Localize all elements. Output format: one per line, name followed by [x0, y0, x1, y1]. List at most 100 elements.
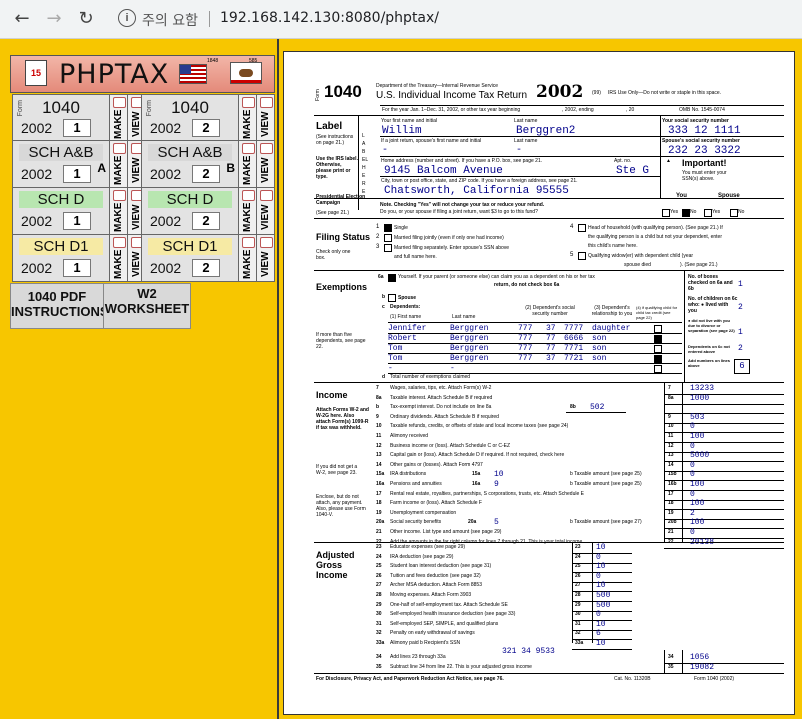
make-button[interactable]: MAKE: [109, 94, 128, 142]
income-line-value[interactable]: 0: [690, 422, 695, 431]
agi-line-value[interactable]: 0: [596, 553, 601, 562]
dependent-first-name[interactable]: -: [388, 364, 393, 373]
line-8b-value[interactable]: 502: [590, 403, 604, 412]
make-button[interactable]: MAKE: [109, 187, 128, 235]
filing-joint[interactable]: [384, 234, 392, 242]
pec-spouse-no[interactable]: [730, 209, 738, 217]
income-line-value[interactable]: 1000: [690, 394, 709, 403]
add-numbers-value[interactable]: 6: [734, 359, 750, 374]
security-status[interactable]: 주의 요함: [142, 10, 198, 30]
dependent-relationship[interactable]: son: [592, 344, 606, 353]
line-35-value[interactable]: 19082: [690, 663, 714, 672]
income-line-value[interactable]: 5000: [690, 451, 709, 460]
w2-worksheet-link[interactable]: W2 WORKSHEET: [103, 283, 191, 329]
view-button[interactable]: VIEW: [256, 140, 275, 188]
agi-line-value[interactable]: 10: [596, 581, 606, 590]
agi-line-value[interactable]: 10: [596, 543, 606, 552]
dependent-ssn-3[interactable]: 7777: [564, 324, 583, 333]
dependent-relationship[interactable]: son: [592, 354, 606, 363]
make-button[interactable]: MAKE: [238, 234, 257, 282]
make-button[interactable]: MAKE: [238, 187, 257, 235]
dependent-ssn-2[interactable]: 77: [546, 344, 556, 353]
agi-line-value[interactable]: 6: [596, 629, 601, 638]
form-tile-button[interactable]: Form 1040 2002 2: [141, 94, 239, 142]
dependent-ssn-3[interactable]: 6666: [564, 334, 583, 343]
dependent-child-credit-checkbox[interactable]: [654, 345, 662, 353]
dependent-ssn-3[interactable]: 7721: [564, 354, 583, 363]
agi-line-value[interactable]: 500: [596, 601, 610, 610]
recipient-ssn-value[interactable]: 321 34 9533: [502, 647, 555, 656]
filing-hoh[interactable]: [578, 224, 586, 232]
income-line-value[interactable]: 503: [690, 413, 704, 422]
view-button[interactable]: VIEW: [256, 94, 275, 142]
pdf-link-line2[interactable]: INSTRUCTIONS: [11, 304, 109, 319]
view-button[interactable]: VIEW: [256, 187, 275, 235]
income-line-value[interactable]: 0: [690, 442, 695, 451]
dependent-ssn-1[interactable]: 777: [518, 354, 532, 363]
dependent-child-credit-checkbox[interactable]: [654, 355, 662, 363]
exemption-yourself[interactable]: [388, 274, 396, 282]
dependent-first-name[interactable]: Robert: [388, 334, 417, 343]
dependent-first-name[interactable]: Jennifer: [388, 324, 426, 333]
form-tile-button[interactable]: SCH D 2002 1: [12, 187, 110, 235]
dep-not-entered-value[interactable]: 2: [738, 344, 743, 353]
pec-spouse-yes[interactable]: [704, 209, 712, 217]
dependent-relationship[interactable]: daughter: [592, 324, 630, 333]
form-tile-button[interactable]: SCH D 2002 2: [141, 187, 239, 235]
children-lived-value[interactable]: 2: [738, 303, 743, 312]
w2-link-line2[interactable]: WORKSHEET: [104, 301, 190, 316]
dependent-ssn-1[interactable]: 777: [518, 344, 532, 353]
income-line-value[interactable]: 100: [690, 499, 704, 508]
agi-line-value[interactable]: 500: [596, 591, 610, 600]
income-line-value[interactable]: 100: [690, 432, 704, 441]
make-button[interactable]: MAKE: [238, 94, 257, 142]
pdf-instructions-link[interactable]: 1040 PDF INSTRUCTIONS: [10, 283, 109, 329]
pec-you-yes[interactable]: [662, 209, 670, 217]
arrow-left-icon[interactable]: ←: [12, 9, 32, 29]
form-tile-button[interactable]: Form 1040 2002 1: [12, 94, 110, 142]
dependent-ssn-1[interactable]: 777: [518, 324, 532, 333]
spouse-last-value[interactable]: -: [516, 145, 522, 156]
income-line-value[interactable]: 0: [690, 490, 695, 499]
dependent-last-name[interactable]: Berggren: [450, 324, 488, 333]
exemption-spouse[interactable]: [388, 294, 396, 302]
income-line-value[interactable]: 13233: [690, 384, 714, 393]
agi-line-value[interactable]: 10: [596, 620, 606, 629]
boxes-checked-value[interactable]: 1: [738, 280, 743, 289]
dependent-ssn-2[interactable]: 37: [546, 354, 556, 363]
dependent-relationship[interactable]: son: [592, 334, 606, 343]
dependent-ssn-2[interactable]: 77: [546, 334, 556, 343]
dependent-ssn-2[interactable]: 37: [546, 324, 556, 333]
filing-widow[interactable]: [578, 252, 586, 260]
dependent-last-name[interactable]: Berggren: [450, 334, 488, 343]
url-text[interactable]: 192.168.142.130:8080/phptax/: [220, 10, 439, 26]
income-line-value[interactable]: 0: [690, 528, 695, 537]
form-tile-button[interactable]: SCH D1 2002 1: [12, 234, 110, 282]
dependent-ssn-1[interactable]: 777: [518, 334, 532, 343]
dependent-last-name[interactable]: -: [450, 364, 455, 373]
spouse-first-value[interactable]: -: [382, 145, 388, 156]
dependent-last-name[interactable]: Berggren: [450, 344, 488, 353]
dependent-last-name[interactable]: Berggren: [450, 354, 488, 363]
agi-line-value[interactable]: 0: [596, 572, 601, 581]
line-16a-value[interactable]: 9: [494, 480, 499, 489]
filing-single[interactable]: [384, 224, 392, 232]
dependent-child-credit-checkbox[interactable]: [654, 335, 662, 343]
income-line-value[interactable]: 2: [690, 509, 695, 518]
make-button[interactable]: MAKE: [109, 234, 128, 282]
income-line-value[interactable]: 100: [690, 480, 704, 489]
address-bar[interactable]: i 주의 요함 192.168.142.130:8080/phptax/: [108, 5, 794, 33]
children-not-value[interactable]: 1: [738, 328, 743, 337]
income-line-value[interactable]: 100: [690, 518, 704, 527]
line-20a-value[interactable]: 5: [494, 518, 499, 527]
dependent-ssn-3[interactable]: 7771: [564, 344, 583, 353]
form-tile-button[interactable]: SCH A&B A 2002 1: [12, 140, 110, 188]
make-button[interactable]: MAKE: [238, 140, 257, 188]
dependent-first-name[interactable]: Tom: [388, 354, 402, 363]
filing-separate[interactable]: [384, 244, 392, 252]
pec-you-no[interactable]: [682, 209, 690, 217]
agi-line-value[interactable]: 10: [596, 639, 606, 648]
agi-line-value[interactable]: 10: [596, 562, 606, 571]
pdf-link-line1[interactable]: 1040 PDF: [11, 289, 103, 304]
line-15a-value[interactable]: 10: [494, 470, 504, 479]
